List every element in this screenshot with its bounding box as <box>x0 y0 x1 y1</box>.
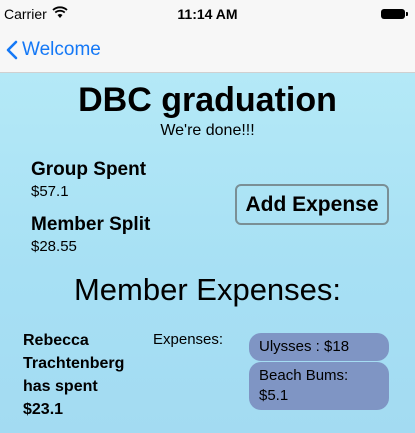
add-expense-button[interactable]: Add Expense <box>235 184 389 225</box>
expense-item[interactable]: Beach Bums: $5.1 <box>249 362 389 410</box>
expenses-label: Expenses: <box>153 331 224 348</box>
navigation-bar: Welcome <box>0 28 415 73</box>
expense-name: Beach Bums: <box>259 367 349 384</box>
group-spent-label: Group Spent <box>31 159 147 180</box>
expense-item[interactable]: Ulysses : $18 <box>249 333 389 361</box>
group-subtitle: We're done!!! <box>160 122 255 139</box>
member-split-label: Member Split <box>31 214 151 235</box>
battery-icon <box>381 9 408 19</box>
member-first-name: Rebecca <box>23 332 89 349</box>
status-time: 11:14 AM <box>177 6 238 22</box>
member-split-value: $28.55 <box>31 238 77 255</box>
chevron-left-icon <box>6 40 18 60</box>
member-expenses-heading: Member Expenses: <box>73 272 342 307</box>
back-button[interactable]: Welcome <box>6 36 101 64</box>
member-spent-text: has spent <box>23 378 98 395</box>
expense-amount: $5.1 <box>259 387 289 404</box>
member-summary: Rebecca Trachtenberg has spent $23.1 <box>23 329 133 421</box>
member-last-name: Trachtenberg <box>23 355 125 372</box>
back-button-label: Welcome <box>22 39 101 60</box>
group-detail-view: DBC graduation We're done!!! Group Spent… <box>0 73 415 433</box>
member-spent-amount: $23.1 <box>23 401 64 418</box>
group-title: DBC graduation <box>78 81 337 119</box>
status-bar: Carrier 11:14 AM <box>0 0 415 28</box>
group-spent-value: $57.1 <box>31 183 69 200</box>
